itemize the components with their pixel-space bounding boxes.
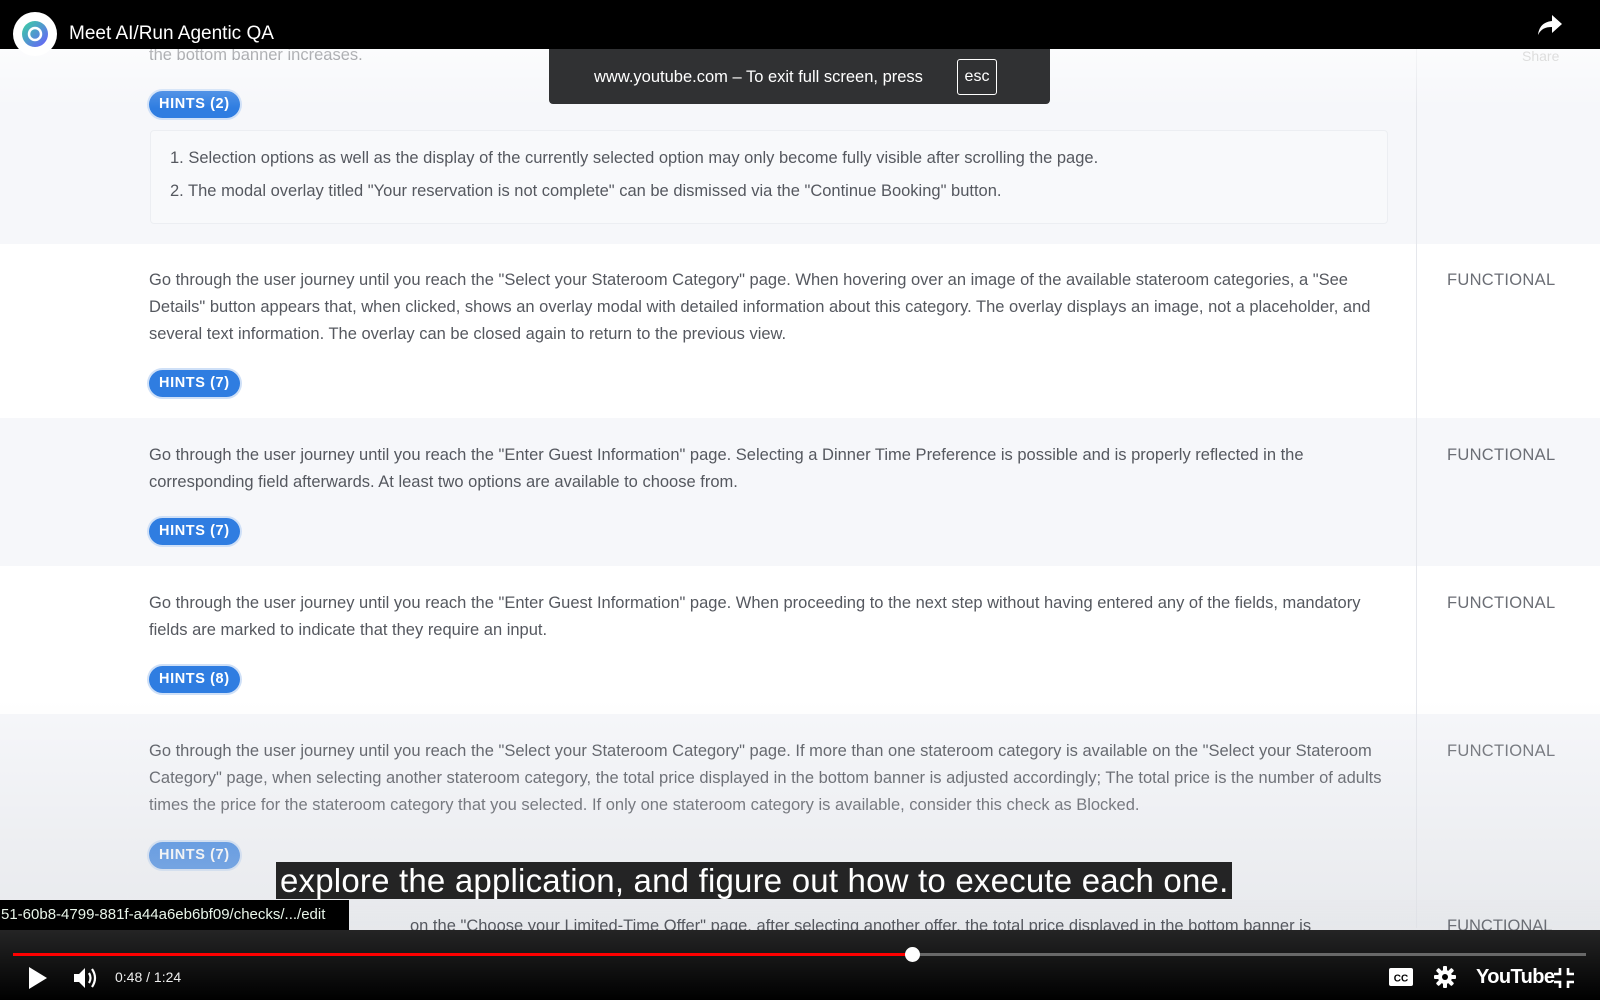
settings-button[interactable] [1433, 965, 1457, 994]
check-description-cut: on the "Choose your Limited-Time Offer" … [410, 917, 1312, 930]
subtitles-button[interactable]: CC [1388, 967, 1414, 992]
fullscreen-notice-text: www.youtube.com – To exit full screen, p… [594, 68, 923, 86]
check-description: Go through the user journey until you re… [149, 594, 1361, 639]
hints-button[interactable]: HINTS (7) [149, 518, 240, 545]
share-button[interactable] [1528, 14, 1572, 41]
channel-logo-icon [22, 21, 48, 47]
closed-captions-icon: CC [1389, 968, 1413, 986]
check-type: FUNCTIONAL [1447, 917, 1553, 930]
exit-fullscreen-button[interactable] [1553, 967, 1575, 994]
check-type: FUNCTIONAL [1447, 742, 1556, 760]
check-type: FUNCTIONAL [1447, 271, 1556, 289]
column-divider [1416, 48, 1417, 928]
progress-scrubber[interactable] [905, 947, 920, 962]
gear-icon [1434, 966, 1456, 988]
hints-button[interactable]: HINTS (7) [149, 842, 240, 869]
video-title[interactable]: Meet AI/Run Agentic QA [69, 23, 274, 45]
progress-played [13, 953, 912, 956]
check-description: Go through the user journey until you re… [149, 742, 1382, 814]
svg-text:CC: CC [1394, 974, 1408, 985]
play-button[interactable] [26, 965, 50, 996]
link-status-url: 51-60b8-4799-881f-a44a6eb6bf09/checks/..… [0, 900, 350, 930]
check-type: FUNCTIONAL [1447, 446, 1556, 464]
hints-button[interactable]: HINTS (8) [149, 666, 240, 693]
time-display: 0:48 / 1:24 [115, 969, 182, 985]
esc-key-hint: esc [957, 59, 997, 95]
check-type: FUNCTIONAL [1447, 594, 1556, 612]
hints-button[interactable]: HINTS (7) [149, 370, 240, 397]
check-description: Go through the user journey until you re… [149, 446, 1304, 491]
hints-panel: 1. Selection options as well as the disp… [150, 130, 1388, 224]
fullscreen-exit-notice: www.youtube.com – To exit full screen, p… [549, 49, 1050, 104]
youtube-logo[interactable]: YouTube [1476, 966, 1555, 989]
share-label: Share [1522, 48, 1560, 64]
play-icon [29, 967, 47, 989]
check-description: Go through the user journey until you re… [149, 271, 1371, 343]
channel-avatar[interactable] [13, 12, 57, 56]
hint-item: 2. The modal overlay titled "Your reserv… [170, 182, 1002, 200]
video-player[interactable]: the bottom banner increases. HINTS (2) 1… [0, 0, 1600, 1000]
player-controls [0, 930, 1600, 1000]
share-arrow-icon [1538, 15, 1562, 35]
hints-button[interactable]: HINTS (2) [149, 91, 240, 118]
volume-icon [74, 968, 97, 988]
exit-fullscreen-icon [1554, 968, 1574, 988]
volume-button[interactable] [72, 966, 100, 995]
video-frame-content: the bottom banner increases. HINTS (2) 1… [0, 0, 1600, 930]
closed-caption: explore the application, and figure out … [276, 862, 1233, 899]
hint-item: 1. Selection options as well as the disp… [170, 149, 1099, 167]
